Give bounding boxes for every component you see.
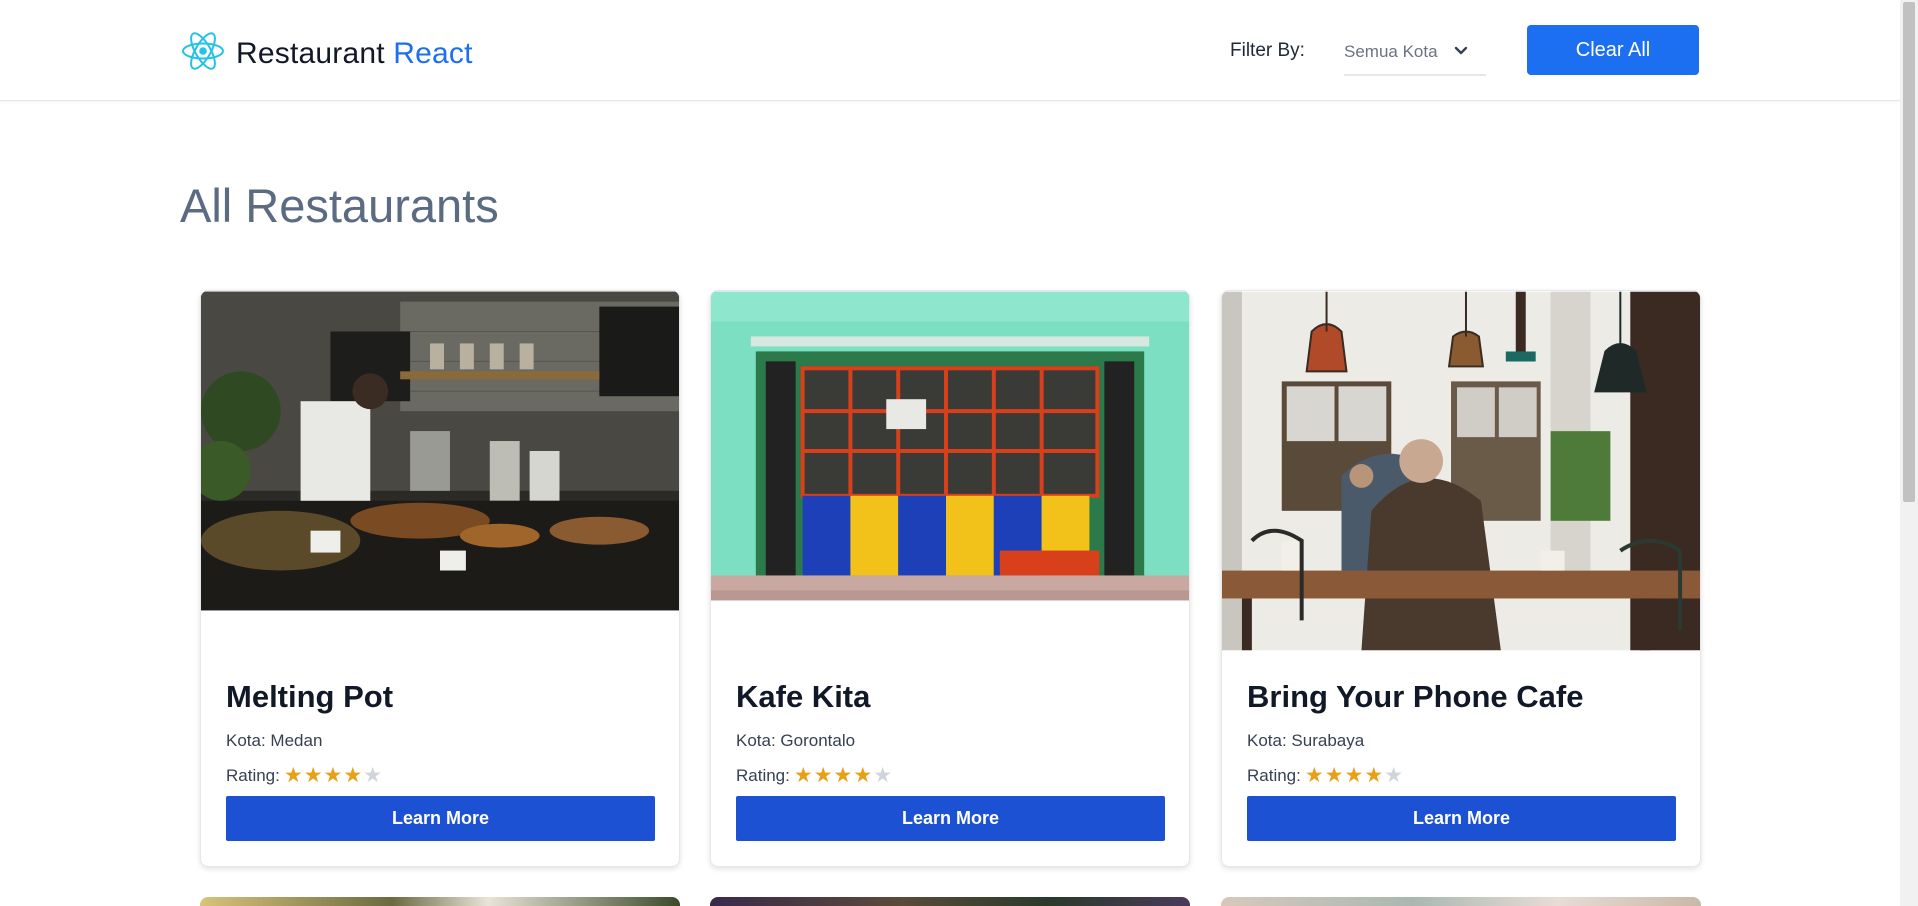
star-filled-icon: ★	[1364, 764, 1384, 787]
star-filled-icon: ★	[813, 764, 833, 787]
rating-stars: ★ ★ ★ ★ ★	[284, 765, 382, 786]
restaurant-card-next	[710, 897, 1190, 906]
star-empty-icon: ★	[873, 764, 893, 787]
rating-stars: ★ ★ ★ ★ ★	[1305, 765, 1403, 786]
star-filled-icon: ★	[1304, 764, 1324, 787]
page-scrollbar[interactable]	[1900, 0, 1918, 906]
brand-title-accent: React	[393, 36, 473, 70]
star-filled-icon: ★	[833, 764, 853, 787]
brand-title: Restaurant React	[236, 37, 473, 71]
clear-all-button[interactable]: Clear All	[1527, 25, 1699, 75]
filter-label: Filter By:	[1230, 40, 1305, 61]
star-empty-icon: ★	[1384, 764, 1404, 787]
star-empty-icon: ★	[363, 764, 383, 787]
star-filled-icon: ★	[1324, 764, 1344, 787]
restaurant-image-storefront	[711, 291, 1189, 601]
page-title: All Restaurants	[180, 179, 499, 232]
city-filter-select[interactable]: Semua Kota	[1344, 30, 1486, 76]
star-filled-icon: ★	[853, 764, 873, 787]
restaurant-city: Kota: Surabaya	[1247, 731, 1365, 750]
learn-more-button[interactable]: Learn More	[1247, 796, 1676, 841]
rating-label: Rating:	[226, 765, 280, 785]
restaurant-name: Melting Pot	[226, 679, 394, 714]
scrollbar-thumb[interactable]	[1903, 2, 1915, 502]
learn-more-button[interactable]: Learn More	[736, 796, 1165, 841]
chevron-down-icon	[1454, 43, 1468, 61]
star-filled-icon: ★	[283, 764, 303, 787]
rating-label: Rating:	[1247, 765, 1301, 785]
star-filled-icon: ★	[793, 764, 813, 787]
restaurant-city: Kota: Gorontalo	[736, 731, 856, 750]
star-filled-icon: ★	[303, 764, 323, 787]
restaurant-rating: Rating: ★ ★ ★ ★ ★	[226, 765, 382, 786]
restaurant-card: Bring Your Phone Cafe Kota: Surabaya Rat…	[1221, 290, 1701, 867]
restaurant-name: Bring Your Phone Cafe	[1247, 679, 1584, 714]
star-filled-icon: ★	[343, 764, 363, 787]
restaurant-image-kitchen	[201, 291, 679, 611]
city-filter-value: Semua Kota	[1344, 42, 1438, 61]
star-filled-icon: ★	[1344, 764, 1364, 787]
brand[interactable]: Restaurant React	[180, 28, 473, 79]
restaurant-rating: Rating: ★ ★ ★ ★ ★	[1247, 765, 1403, 786]
brand-title-main: Restaurant	[236, 36, 385, 70]
restaurant-card: Melting Pot Kota: Medan Rating: ★ ★ ★ ★ ★ Le…	[200, 290, 680, 867]
restaurant-rating: Rating: ★ ★ ★ ★ ★	[736, 765, 892, 786]
learn-more-button[interactable]: Learn More	[226, 796, 655, 841]
restaurant-card-next	[200, 897, 680, 906]
react-atom-icon	[180, 28, 226, 79]
restaurant-city: Kota: Medan	[226, 731, 323, 750]
restaurant-image-cafe	[1222, 291, 1700, 651]
restaurant-card: Kafe Kita Kota: Gorontalo Rating: ★ ★ ★ ★ ★ …	[710, 290, 1190, 867]
top-navbar: Restaurant React Filter By: Semua Kota C…	[0, 0, 1900, 101]
rating-label: Rating:	[736, 765, 790, 785]
restaurant-card-next	[1221, 897, 1701, 906]
restaurant-name: Kafe Kita	[736, 679, 871, 714]
star-filled-icon: ★	[323, 764, 343, 787]
rating-stars: ★ ★ ★ ★ ★	[794, 765, 892, 786]
